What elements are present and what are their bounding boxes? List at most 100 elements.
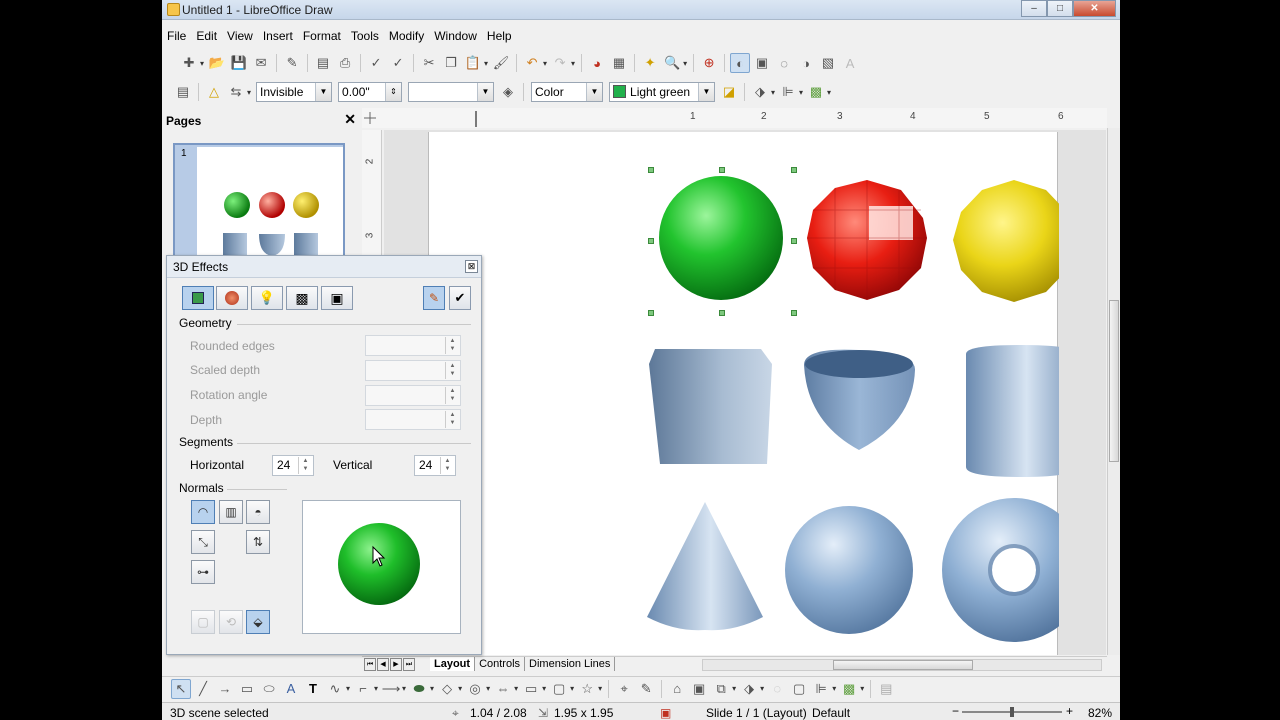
prev-tab-icon[interactable]: ◀	[377, 658, 389, 671]
selection-handle[interactable]	[648, 238, 654, 244]
invert-normals-icon[interactable]: ⤡	[191, 530, 215, 554]
drawing-page[interactable]	[428, 132, 1086, 655]
menu-file[interactable]: File	[162, 27, 191, 45]
menu-format[interactable]: Format	[298, 27, 346, 45]
scroll-thumb[interactable]	[833, 660, 973, 670]
undo-icon[interactable]: ↶	[522, 53, 542, 73]
lines-arrows-icon[interactable]: ⟶	[381, 679, 401, 699]
copy-icon[interactable]: ❐	[441, 53, 461, 73]
rotate-icon[interactable]: ⬗	[750, 82, 770, 102]
shading-tab-icon[interactable]	[216, 286, 248, 310]
spellcheck-icon[interactable]: ✓	[366, 53, 386, 73]
align-icon[interactable]: ⊫	[778, 82, 798, 102]
line-icon[interactable]: ╱	[193, 679, 213, 699]
export-pdf-icon[interactable]: ▤	[313, 53, 333, 73]
shapes-icon[interactable]: ⬬	[409, 679, 429, 699]
basic-shapes-icon[interactable]: ◇	[437, 679, 457, 699]
selection-handle[interactable]	[719, 167, 725, 173]
selection-handle[interactable]	[648, 167, 654, 173]
area-fill-icon[interactable]: ◈	[498, 82, 518, 102]
perspective-icon[interactable]: ⬙	[246, 610, 270, 634]
shadow-toggle-icon[interactable]: ◪	[719, 82, 739, 102]
arrow-icon[interactable]: →	[215, 679, 235, 699]
gallery-icon[interactable]: ▣	[689, 679, 709, 699]
selection-handle[interactable]	[791, 310, 797, 316]
chevron-down-icon[interactable]: ▼	[477, 83, 494, 101]
menu-window[interactable]: Window	[429, 27, 482, 45]
menu-edit[interactable]: Edit	[191, 27, 222, 45]
print-icon[interactable]: ⎙	[335, 53, 355, 73]
3d-objects-icon[interactable]: ▤	[876, 679, 896, 699]
textures-tab-icon[interactable]: ▩	[286, 286, 318, 310]
illumination-tab-icon[interactable]: 💡	[251, 286, 283, 310]
3d-effects-toggle-icon[interactable]: ◐	[730, 53, 751, 73]
new-document-icon[interactable]: ✚	[179, 53, 199, 73]
blue-sphere[interactable]	[785, 506, 913, 634]
points-icon[interactable]: ✦	[640, 53, 660, 73]
first-tab-icon[interactable]: ⏮	[364, 658, 376, 671]
select-icon[interactable]: ↖	[171, 678, 191, 699]
extrusion-icon[interactable]: ◑	[796, 53, 816, 73]
horizontal-scrollbar[interactable]	[702, 659, 1102, 671]
update-icon[interactable]: ✔	[449, 286, 471, 310]
tab-layout[interactable]: Layout	[430, 657, 476, 671]
menu-view[interactable]: View	[222, 27, 258, 45]
page-thumbnail[interactable]: 1	[173, 143, 345, 263]
fontwork-icon[interactable]: A	[840, 53, 860, 73]
horizontal-segments-field[interactable]: 24 ▲ ▼	[272, 455, 314, 476]
chevron-down-icon[interactable]: ▼	[586, 83, 603, 101]
menu-tools[interactable]: Tools	[346, 27, 384, 45]
close-icon[interactable]: ✕	[344, 111, 356, 128]
area-color-select[interactable]: Light green ▼	[609, 82, 716, 102]
open-icon[interactable]: 📂	[207, 53, 227, 73]
points-icon[interactable]: ⌖	[614, 679, 634, 699]
rotate-icon[interactable]: ⬗	[739, 679, 759, 699]
selection-handle[interactable]	[648, 310, 654, 316]
shadow-icon[interactable]: ◌	[767, 679, 787, 699]
line-icon[interactable]: △	[204, 82, 224, 102]
fontwork-icon[interactable]: A	[281, 679, 301, 699]
object-specific-normals-icon[interactable]: ◠	[191, 500, 215, 524]
table-icon[interactable]: ▦	[609, 53, 629, 73]
glue-points-icon[interactable]: ✎	[636, 679, 656, 699]
red-sphere[interactable]	[807, 180, 927, 300]
flowchart-icon[interactable]: ▭	[521, 679, 541, 699]
rectangle-icon[interactable]: ▭	[237, 679, 257, 699]
double-sided-icon[interactable]: ⊶	[191, 560, 215, 584]
mail-icon[interactable]: ✉	[251, 53, 271, 73]
status-zoom[interactable]: 82%	[1088, 706, 1112, 720]
cut-icon[interactable]: ✂	[419, 53, 439, 73]
connector-icon[interactable]: ⌐	[353, 679, 373, 699]
stars-icon[interactable]: ☆	[577, 679, 597, 699]
geometry-tab-icon[interactable]	[182, 286, 214, 310]
ellipse-icon[interactable]: ⬭	[259, 679, 279, 699]
save-icon[interactable]: 💾	[229, 53, 249, 73]
close-button[interactable]: ✕	[1073, 0, 1116, 17]
text-icon[interactable]: T	[303, 679, 323, 699]
spherical-normals-icon[interactable]: ◓	[246, 500, 270, 524]
redo-icon[interactable]: ↷	[550, 53, 570, 73]
3d-preview[interactable]	[302, 500, 461, 634]
align-icon[interactable]: ⊫	[811, 679, 831, 699]
curve-icon[interactable]: ∿	[325, 679, 345, 699]
cylinder[interactable]	[966, 345, 1076, 477]
callouts-icon[interactable]: ▢	[549, 679, 569, 699]
symbol-shapes-icon[interactable]: ◎	[465, 679, 485, 699]
tab-dimension-lines[interactable]: Dimension Lines	[525, 657, 616, 671]
cube[interactable]	[649, 349, 772, 464]
menu-modify[interactable]: Modify	[384, 27, 429, 45]
close-icon[interactable]: ⊠	[465, 260, 478, 273]
curve-icon[interactable]: ◌	[774, 53, 794, 73]
scroll-thumb[interactable]	[1109, 300, 1119, 462]
vertical-scrollbar[interactable]	[1107, 128, 1120, 655]
line-color-select[interactable]: ▼	[408, 82, 495, 102]
torus[interactable]	[942, 498, 1086, 642]
area-style-select[interactable]: Color ▼	[531, 82, 604, 102]
half-sphere[interactable]	[804, 349, 916, 450]
maximize-button[interactable]: □	[1047, 0, 1073, 17]
assign-icon[interactable]: ✎	[423, 286, 445, 310]
yellow-sphere[interactable]	[953, 180, 1077, 302]
arrange-icon[interactable]: ▩	[806, 82, 826, 102]
zoom-out-icon[interactable]: −	[952, 704, 959, 718]
next-tab-icon[interactable]: ▶	[390, 658, 402, 671]
